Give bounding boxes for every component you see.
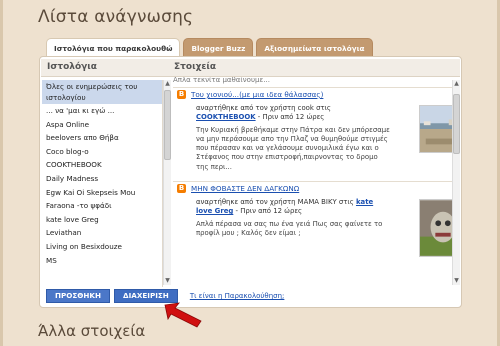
tab-bar: Ιστολόγια που παρακολουθώ Blogger Buzz Α…	[46, 38, 373, 57]
feed-item: B ΜΗΝ ΦΟΒΑΣΤΕ ΔΕΝ ΔΑΓΚΩΝΩ αναρτήθηκε από…	[173, 184, 452, 274]
feed-scroll-thumb[interactable]	[453, 94, 460, 154]
blogger-icon: B	[177, 90, 186, 99]
feed-item-thumbnail[interactable]	[419, 199, 452, 257]
feed-item-blog-link[interactable]: COOKTHEBOOK	[196, 113, 256, 121]
blog-list-item[interactable]: ... να 'μαι κι εγώ ...	[42, 104, 162, 118]
scroll-down-icon[interactable]: ▼	[453, 277, 460, 285]
scroll-up-icon[interactable]: ▲	[164, 80, 171, 88]
blogs-column-header: Ιστολόγια	[47, 62, 97, 72]
feed-item-time: - Πριν από 12 ώρες	[255, 113, 325, 122]
feed-item-thumbnail[interactable]	[419, 105, 452, 153]
feed-divider	[173, 181, 452, 182]
blog-list-item[interactable]: beelovers απο Θήβα	[42, 131, 162, 145]
blog-list-scroll-thumb[interactable]	[164, 90, 171, 160]
blog-list-item[interactable]: COOKTHEBOOK	[42, 158, 162, 172]
tab-notable-blogs[interactable]: Αξιοσημείωτα ιστολόγια	[256, 38, 373, 57]
tab-blogger-buzz[interactable]: Blogger Buzz	[183, 38, 254, 57]
blog-list-item[interactable]: Aspa Online	[42, 118, 162, 132]
blog-list: Όλες οι ενημερώσεις του ιστολογίου ... ν…	[42, 80, 163, 287]
feed-item-title[interactable]: Του χιονιού...(με μια ιδεα θάλασσας)	[191, 90, 323, 99]
feed-truncated-text: Απλα τεκνίτα μαθαίνουμε...	[173, 77, 270, 84]
action-bar: ΠΡΟΣΘΗΚΗ ΔΙΑΧΕΙΡΙΣΗ Τι είναι η Παρακολού…	[46, 289, 284, 303]
feed-item-posted-by: αναρτήθηκε από τον χρήστη ΜΑΜΑ ΒΙΚΥ στις	[196, 198, 354, 206]
feed-item-body: αναρτήθηκε από τον χρήστη ΜΑΜΑ ΒΙΚΥ στις…	[196, 198, 391, 238]
add-button[interactable]: ΠΡΟΣΘΗΚΗ	[46, 289, 111, 303]
red-arrow-icon	[164, 302, 202, 328]
blog-list-item[interactable]: Coco blog-o	[42, 145, 162, 159]
feed-item-time: - Πριν από 12 ώρες	[233, 207, 303, 216]
page-title: Λίστα ανάγνωσης	[38, 7, 194, 27]
blog-list-item[interactable]: Living on Besixdouze	[42, 240, 162, 254]
feed-item-body: αναρτήθηκε από τον χρήστη cook στις COOK…	[196, 104, 391, 172]
tab-followed-blogs[interactable]: Ιστολόγια που παρακολουθώ	[46, 38, 181, 57]
scroll-up-icon[interactable]: ▲	[453, 80, 460, 88]
feed-scrollbar[interactable]: ▲ ▼	[452, 80, 460, 285]
feed-items: Απλα τεκνίτα μαθαίνουμε... B Του χιονιού…	[173, 77, 452, 287]
next-section-title: Άλλα στοιχεία	[38, 322, 146, 340]
feed-item-snippet: Απλά πέρασα να σας πω ένα γειά Πως σας φ…	[196, 219, 383, 237]
feed-item: B Του χιονιού...(με μια ιδεα θάλασσας) α…	[173, 90, 452, 180]
blog-list-item[interactable]: MS	[42, 254, 162, 268]
blogger-icon: B	[177, 184, 186, 193]
feed-item-posted-by: αναρτήθηκε από τον χρήστη cook στις	[196, 104, 331, 112]
blog-list-item[interactable]: Egw Kai Oi Skepseis Mou	[42, 186, 162, 200]
page-edge-left	[0, 0, 3, 346]
scroll-down-icon[interactable]: ▼	[164, 277, 171, 285]
feed-item-title[interactable]: ΜΗΝ ΦΟΒΑΣΤΕ ΔΕΝ ΔΑΓΚΩΝΩ	[191, 184, 299, 193]
reading-list-panel: Ιστολόγια Στοιχεία Όλες οι ενημερώσεις τ…	[39, 56, 462, 308]
feed-item-snippet: Την Κυριακή βρεθήκαμε στην Πάτρα και δεν…	[196, 125, 390, 171]
blog-list-item[interactable]: Leviathan	[42, 226, 162, 240]
blog-list-scrollbar[interactable]: ▲ ▼	[163, 80, 171, 285]
items-column-header: Στοιχεία	[174, 62, 217, 72]
manage-button[interactable]: ΔΙΑΧΕΙΡΙΣΗ	[114, 289, 178, 303]
what-is-following-link[interactable]: Τι είναι η Παρακολούθηση;	[190, 292, 285, 300]
blog-list-item[interactable]: Daily Madness	[42, 172, 162, 186]
panel-header: Ιστολόγια Στοιχεία	[41, 59, 460, 77]
blog-list-item-all[interactable]: Όλες οι ενημερώσεις του ιστολογίου	[42, 80, 162, 104]
blog-list-item[interactable]: kate love Greg	[42, 213, 162, 227]
feed-divider	[173, 87, 452, 88]
blog-list-item[interactable]: Faraona -το ψφάδι	[42, 199, 162, 213]
